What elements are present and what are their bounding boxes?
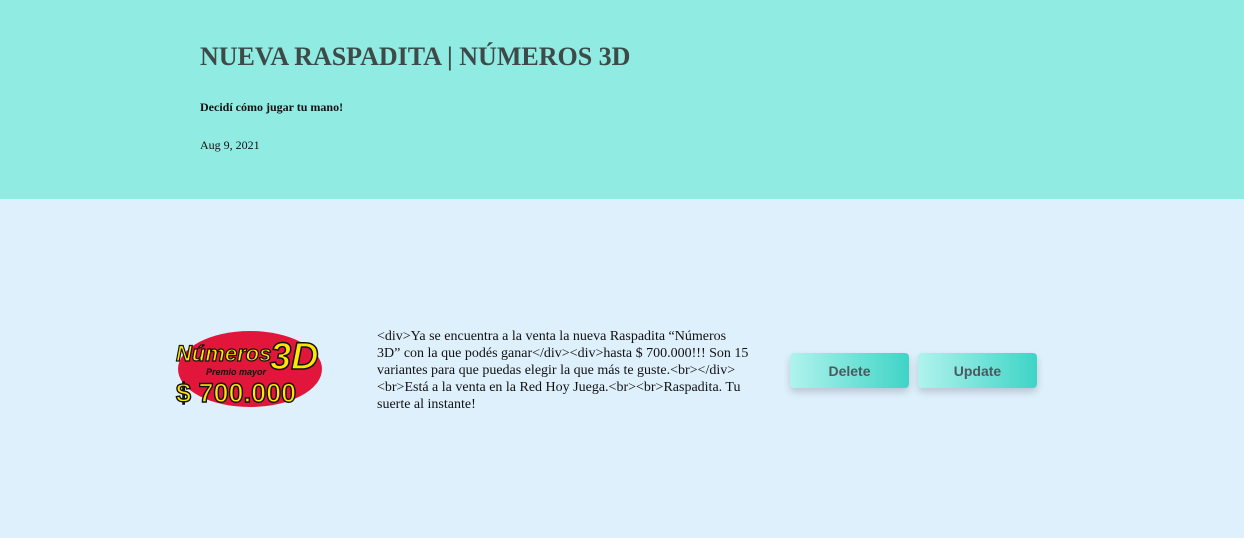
update-button[interactable]: Update: [918, 353, 1037, 388]
post-date: Aug 9, 2021: [200, 138, 260, 152]
post-content: Números 3D Premio mayor $ 700.000 <div>Y…: [0, 199, 1244, 538]
numeros-3d-logo: Números 3D Premio mayor $ 700.000: [175, 331, 322, 409]
post-body: <div>Ya se encuentra a la venta la nueva…: [377, 329, 749, 412]
logo-text-premio: Premio mayor: [206, 367, 267, 377]
post-header: NUEVA RASPADITA | NÚMEROS 3D Decidí cómo…: [0, 0, 1244, 199]
delete-button[interactable]: Delete: [790, 353, 909, 388]
post-subtitle: Decidí cómo jugar tu mano!: [200, 100, 344, 114]
logo-text-3d: 3D: [270, 336, 319, 378]
logo-text-prize: $ 700.000: [176, 378, 296, 408]
logo-text-numeros: Números: [176, 341, 271, 366]
post-image: Números 3D Premio mayor $ 700.000: [172, 327, 324, 409]
post-title: NUEVA RASPADITA | NÚMEROS 3D: [200, 42, 631, 71]
